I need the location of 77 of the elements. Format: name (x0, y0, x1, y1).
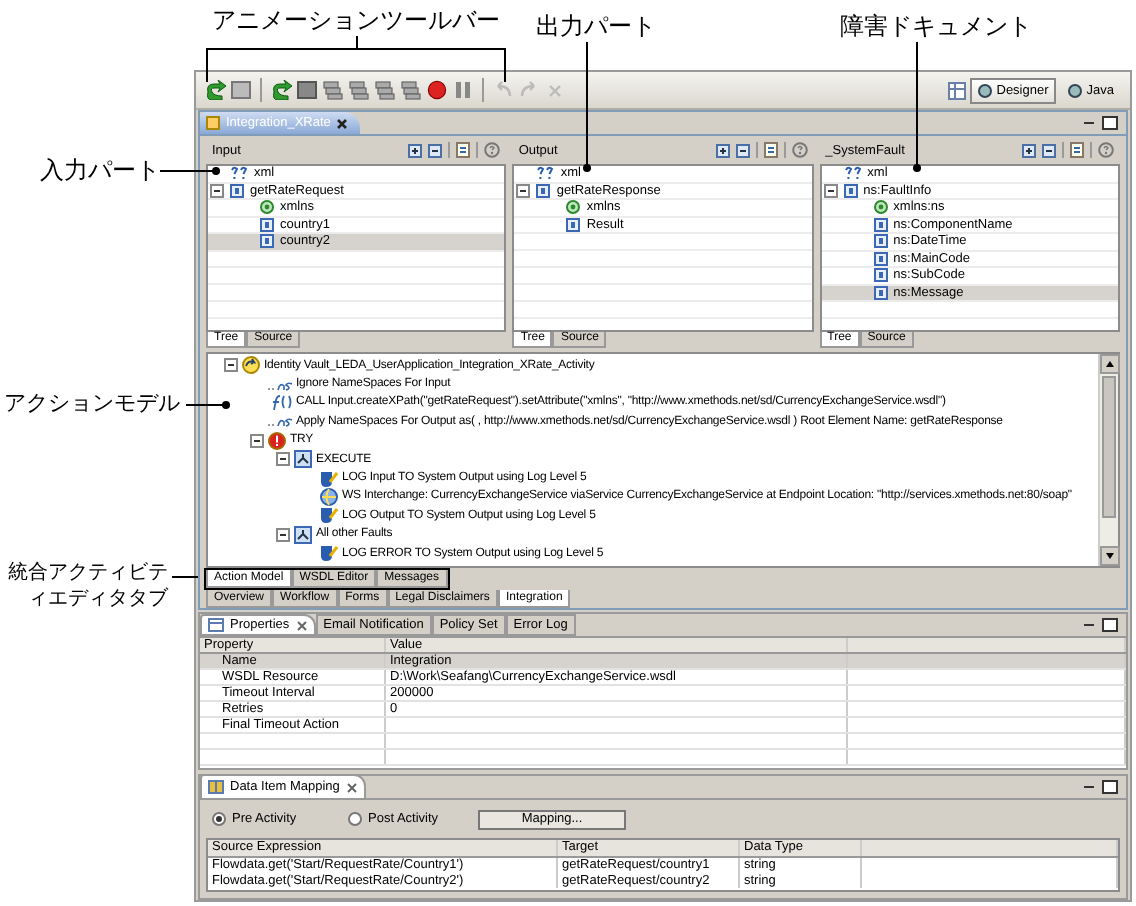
expander-icon[interactable] (276, 452, 290, 467)
file-icon (206, 116, 220, 130)
callout-label: 統合アクティビティエディタタブ (6, 560, 168, 612)
square-icon[interactable] (296, 80, 318, 100)
loop-arrow-icon[interactable] (270, 80, 292, 100)
leader-line (185, 401, 230, 409)
namespace-icon (268, 377, 292, 392)
callout-label: 入力パート (40, 156, 160, 184)
block-icon (294, 525, 312, 544)
expander-icon[interactable] (276, 527, 290, 542)
grid-icon (208, 780, 224, 794)
help-icon[interactable] (791, 142, 808, 158)
loop-arrow-icon[interactable] (204, 80, 226, 100)
globe-icon (1068, 83, 1083, 97)
expand-all-icon[interactable] (1021, 143, 1036, 157)
page-icon[interactable] (230, 80, 252, 100)
stack-icon[interactable] (348, 80, 370, 100)
close-icon[interactable] (345, 781, 358, 793)
callout-label: 障害ドキュメント (840, 12, 1032, 40)
radio-icon[interactable] (348, 812, 362, 826)
scroll-down-icon[interactable] (1099, 546, 1119, 566)
globe-icon (320, 487, 338, 506)
record-icon[interactable] (426, 80, 448, 100)
help-icon[interactable] (1097, 142, 1114, 158)
callout-label: 出力パート (536, 12, 656, 40)
help-icon[interactable] (484, 142, 501, 158)
stack-icon[interactable] (322, 80, 344, 100)
element-icon (566, 217, 581, 232)
element-icon (536, 183, 551, 198)
scrollbar[interactable] (1098, 354, 1118, 566)
expand-all-icon[interactable] (715, 143, 730, 157)
globe-icon (978, 83, 993, 97)
namespace-icon (268, 414, 292, 429)
namespace-icon (873, 200, 888, 215)
expander-icon[interactable] (516, 183, 531, 198)
scroll-up-icon[interactable] (1099, 354, 1119, 374)
namespace-icon (566, 200, 581, 215)
collapse-all-icon[interactable] (1041, 143, 1056, 157)
log-icon (320, 544, 338, 563)
expander-icon[interactable] (210, 183, 224, 198)
expand-all-icon[interactable] (408, 143, 423, 157)
close-icon[interactable] (336, 117, 349, 129)
expander-icon[interactable] (224, 358, 238, 373)
block-icon (294, 450, 312, 469)
document-icon[interactable] (456, 142, 471, 158)
declaration-icon (230, 166, 248, 181)
declaration-icon (843, 166, 862, 181)
declaration-icon (536, 166, 555, 181)
alert-icon (268, 431, 286, 450)
element-icon (230, 183, 244, 198)
namespace-icon (260, 200, 274, 215)
cycle-icon (242, 356, 260, 375)
document-icon[interactable] (1069, 142, 1084, 158)
leader-line (159, 167, 220, 175)
window-controls-icon[interactable] (1082, 618, 1118, 632)
leader-line (171, 576, 199, 578)
collapse-all-icon[interactable] (428, 143, 443, 157)
leader-line (583, 41, 591, 172)
collapse-all-icon[interactable] (735, 143, 750, 157)
log-icon (320, 506, 338, 525)
expander-icon[interactable] (823, 183, 838, 198)
callout-label: アクションモデル (4, 390, 180, 418)
window-icon (208, 618, 224, 632)
stack-icon[interactable] (400, 80, 422, 100)
window-controls-icon[interactable] (1082, 780, 1118, 794)
callout-label: アニメーションツールバー (210, 6, 502, 34)
perspective-icon[interactable] (948, 81, 967, 99)
leader-line (913, 41, 921, 172)
expander-icon[interactable] (250, 433, 264, 448)
element-icon (843, 183, 858, 198)
window-controls-icon[interactable] (1082, 116, 1118, 130)
function-icon (268, 394, 292, 411)
radio-icon[interactable] (212, 812, 226, 826)
document-icon[interactable] (763, 142, 778, 158)
close-icon[interactable] (295, 619, 308, 631)
log-icon (320, 469, 338, 488)
stack-icon[interactable] (374, 80, 396, 100)
